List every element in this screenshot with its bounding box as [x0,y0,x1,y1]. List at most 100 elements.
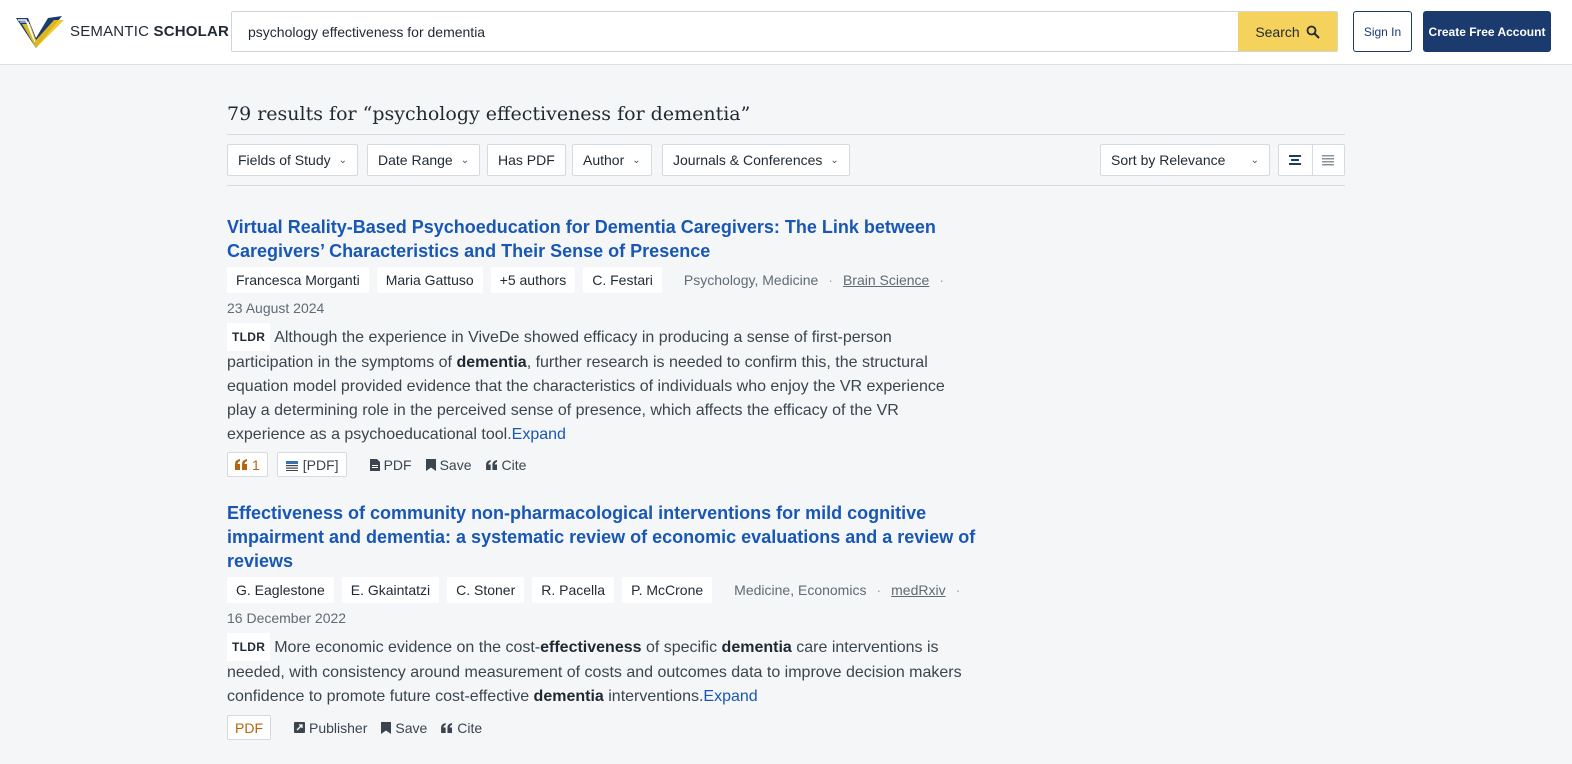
paper-title-link[interactable]: Virtual Reality-Based Psychoeducation fo… [227,215,936,263]
file-icon [369,458,380,471]
citation-count: 1 [252,456,260,473]
paper-title-line: Effectiveness of community non-pharmacol… [227,503,927,523]
top-header: SEMANTIC SCHOLAR Search Sign In Create F… [0,0,1572,65]
pdf-link[interactable]: PDF [369,456,412,473]
publisher-label: Publisher [309,719,368,736]
tldr-highlight: dementia [721,639,792,656]
tldr-highlight: dementia [533,688,604,705]
paper-title-line: Caregivers’ Characteristics and Their Se… [227,241,711,261]
expand-link[interactable]: Expand [703,688,757,705]
external-link-icon [294,722,305,733]
divider [227,185,1345,186]
filter-journals-conferences[interactable]: Journals & Conferences ⌄ [662,144,850,176]
filter-label: Journals & Conferences [673,152,823,168]
chevron-down-icon: ⌄ [338,154,347,166]
tldr-highlight: dementia [456,354,527,371]
separator-dot: · [939,272,945,288]
publication-date: 23 August 2024 [227,300,325,316]
paper-title-line: Virtual Reality-Based Psychoeducation fo… [227,217,936,237]
sort-dropdown[interactable]: Sort by Relevance ⌄ [1100,144,1270,176]
pdf-link-label: PDF [383,456,412,473]
pdf-badge-label: PDF [235,719,263,736]
fields-of-study: Psychology, Medicine [683,272,819,288]
sort-label: Sort by Relevance [1111,152,1226,168]
tldr-summary: TLDR More economic evidence on the cost-e… [227,633,967,709]
author-chip[interactable]: Francesca Morganti [227,267,369,293]
save-label: Save [395,719,428,736]
paper-actions: 1 [PDF] PDF Save Cite [227,452,526,477]
separator-dot: · [955,582,961,598]
cite-label: Cite [501,456,527,473]
list-view-button[interactable] [1279,145,1312,175]
paper-actions: PDF Publisher Save Cite [227,715,482,740]
separator-dot: · [828,272,833,288]
semantic-scholar-logo[interactable]: SEMANTIC SCHOLAR [14,12,229,50]
save-label: Save [439,456,472,473]
tldr-text: of specific [641,639,722,656]
view-toggle [1278,144,1345,176]
author-chip[interactable]: R. Pacella [532,577,615,603]
filter-date-range[interactable]: Date Range ⌄ [367,144,481,176]
cite-button[interactable]: Cite [485,456,527,473]
filter-label: Date Range [378,152,453,168]
quote-icon [441,722,453,733]
filter-label: Fields of Study [238,152,331,168]
author-chip[interactable]: Maria Gattuso [376,267,483,293]
tldr-text: More economic evidence on the cost- [274,639,541,656]
filter-fields-of-study[interactable]: Fields of Study ⌄ [227,144,358,176]
search-button[interactable]: Search [1238,12,1337,51]
pdf-badge[interactable]: PDF [227,715,271,740]
separator-dot: · [876,582,882,598]
chevron-down-icon: ⌄ [830,154,839,166]
filter-label: Author [583,152,625,168]
search-button-label: Search [1255,23,1300,40]
fields-of-study: Medicine, Economics [734,582,867,598]
pdf-badge-label: [PDF] [302,456,339,473]
tldr-label: TLDR [227,633,271,661]
author-chip[interactable]: P. McCrone [622,577,713,603]
tldr-label: TLDR [227,323,271,351]
filter-author[interactable]: Author ⌄ [572,144,652,176]
author-chip[interactable]: G. Eaglestone [227,577,334,603]
sign-in-button[interactable]: Sign In [1353,11,1412,52]
filter-has-pdf[interactable]: Has PDF [487,144,566,176]
paper-meta-row: Francesca Morganti Maria Gattuso +5 auth… [227,267,946,293]
paper-title-link[interactable]: Effectiveness of community non-pharmacol… [227,501,975,573]
tldr-text: interventions. [603,688,704,705]
more-authors-chip[interactable]: +5 authors [490,267,576,293]
paper-title-line: impairment and dementia: a systematic re… [227,527,976,547]
search-input[interactable] [232,12,1238,51]
save-button[interactable]: Save [425,456,472,473]
logo-text: SEMANTIC SCHOLAR [70,22,230,40]
compact-view-button[interactable] [1311,145,1345,175]
bookmark-icon [381,721,392,734]
library-icon [285,460,298,471]
author-chip[interactable]: C. Festari [583,267,662,293]
expand-link[interactable]: Expand [512,426,566,443]
paper-meta-row: G. Eaglestone E. Gkaintatzi C. Stoner R.… [227,577,962,603]
search-icon [1306,25,1320,39]
cite-label: Cite [457,719,483,736]
venue-link[interactable]: medRxiv [891,582,945,598]
publication-date: 16 December 2022 [227,610,347,626]
cite-button[interactable]: Cite [441,720,482,736]
chevron-down-icon: ⌄ [460,154,470,166]
pdf-source-badge[interactable]: [PDF] [276,452,347,477]
paper-title-line: reviews [227,551,294,571]
citation-count-badge[interactable]: 1 [227,452,268,477]
compact-view-icon [1322,155,1335,166]
logo-icon [16,16,64,48]
divider [227,134,1345,135]
chevron-down-icon: ⌄ [632,154,641,166]
quote-icon [235,459,247,470]
publisher-link[interactable]: Publisher [294,720,367,736]
list-view-icon [1289,155,1302,165]
author-chip[interactable]: C. Stoner [447,577,525,603]
chevron-down-icon: ⌄ [1250,154,1259,166]
create-account-button[interactable]: Create Free Account [1423,11,1551,52]
venue-link[interactable]: Brain Science [843,272,929,288]
tldr-summary: TLDR Although the experience in ViveDe sh… [227,323,967,447]
save-button[interactable]: Save [381,720,427,736]
bookmark-icon [425,458,436,471]
author-chip[interactable]: E. Gkaintatzi [341,577,440,603]
